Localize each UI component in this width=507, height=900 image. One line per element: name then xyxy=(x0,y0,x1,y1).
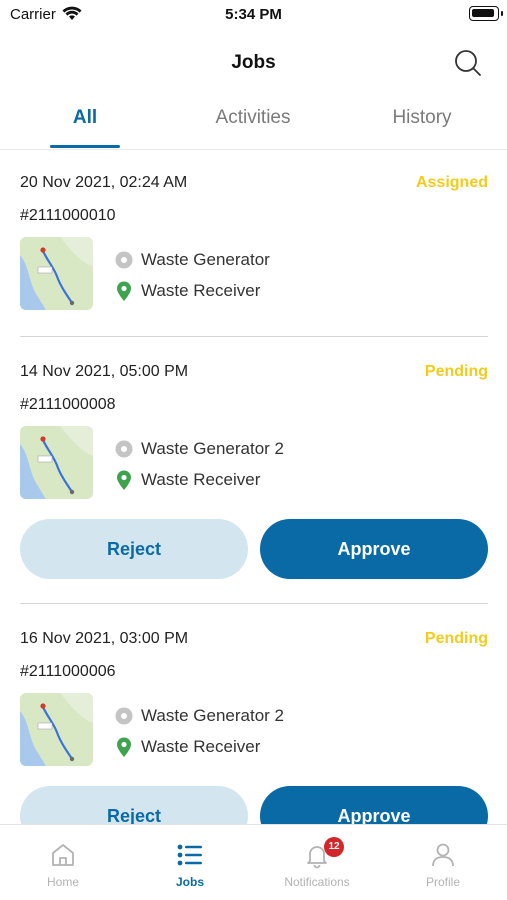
person-icon xyxy=(432,843,454,867)
status-badge: Assigned xyxy=(415,174,488,191)
job-card[interactable]: 20 Nov 2021, 02:24 AM Assigned #21110000… xyxy=(20,174,488,314)
approve-button[interactable]: Approve xyxy=(260,519,488,579)
bottom-tab-bar: Home Jobs 12 Notifications Profile xyxy=(0,824,507,900)
map-pin-icon xyxy=(117,737,131,757)
reject-button[interactable]: Reject xyxy=(20,519,248,579)
job-date: 20 Nov 2021, 02:24 AM xyxy=(20,174,188,191)
generator-dot-icon xyxy=(115,440,133,458)
generator-dot-icon xyxy=(115,707,133,725)
job-id: #2111000006 xyxy=(20,663,116,680)
list-icon xyxy=(177,844,202,866)
tab-history[interactable]: History xyxy=(370,104,474,150)
generator-dot-icon xyxy=(115,251,133,269)
tabbar-label: Notifications xyxy=(284,875,350,889)
tabbar-home[interactable]: Home xyxy=(8,825,118,900)
route-map-thumbnail[interactable] xyxy=(20,237,93,310)
job-date: 14 Nov 2021, 05:00 PM xyxy=(20,363,189,380)
route-map-thumbnail[interactable] xyxy=(20,426,93,499)
page-title: Jobs xyxy=(231,52,276,73)
tabbar-label: Profile xyxy=(425,875,460,889)
job-card[interactable]: 14 Nov 2021, 05:00 PM Pending #211100000… xyxy=(20,363,488,581)
status-bar: Carrier 5:34 PM xyxy=(0,0,507,30)
route-map-thumbnail[interactable] xyxy=(20,693,93,766)
status-badge: Pending xyxy=(424,630,488,647)
tab-activities[interactable]: Activities xyxy=(188,104,318,150)
job-card[interactable]: 16 Nov 2021, 03:00 PM Pending #211100000… xyxy=(20,630,488,846)
tab-all[interactable]: All xyxy=(50,104,120,150)
tabbar-jobs[interactable]: Jobs xyxy=(135,825,245,900)
home-icon xyxy=(52,844,74,866)
segment-tabs: All Activities History xyxy=(0,104,507,150)
notification-count-badge: 12 xyxy=(324,837,344,857)
job-id: #2111000008 xyxy=(20,396,116,413)
job-date: 16 Nov 2021, 03:00 PM xyxy=(20,630,189,647)
map-pin-icon xyxy=(117,470,131,490)
tabbar-profile[interactable]: Profile xyxy=(388,825,498,900)
map-pin-icon xyxy=(117,281,131,301)
search-icon[interactable] xyxy=(453,48,483,78)
divider xyxy=(20,603,488,604)
tabbar-label: Home xyxy=(46,875,79,889)
status-badge: Pending xyxy=(424,363,488,380)
job-id: #2111000010 xyxy=(20,207,116,224)
nav-header: Jobs xyxy=(0,40,507,84)
battery-icon xyxy=(469,6,503,21)
clock: 5:34 PM xyxy=(225,6,282,23)
tabbar-label: Jobs xyxy=(175,875,204,889)
divider xyxy=(20,336,488,337)
tabbar-notifications[interactable]: 12 Notifications xyxy=(262,825,372,900)
